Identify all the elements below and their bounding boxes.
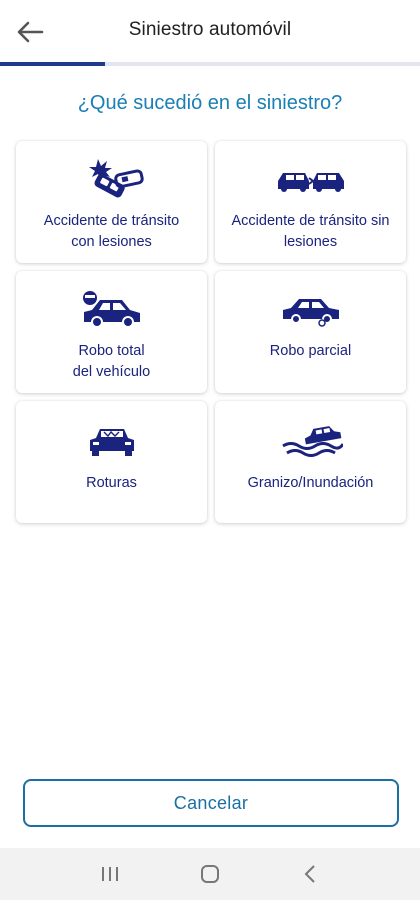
app-header: Siniestro automóvil	[0, 0, 420, 62]
recent-apps-icon	[102, 867, 118, 881]
option-hail-flood[interactable]: Granizo/Inundación	[215, 401, 406, 523]
option-label: Accidente de tránsito sin lesiones	[231, 213, 390, 250]
options-grid: Accidente de tránsito con lesiones Accid…	[16, 141, 406, 523]
option-label: Accidente de tránsito con lesiones	[43, 213, 180, 250]
option-accident-with-injuries[interactable]: Accidente de tránsito con lesiones	[16, 141, 207, 263]
car-flood-icon	[279, 419, 343, 465]
option-label: Granizo/Inundación	[247, 475, 374, 491]
car-theft-total-icon	[80, 287, 144, 333]
recent-apps-button[interactable]	[80, 854, 140, 894]
progress-fill	[0, 62, 105, 66]
car-theft-partial-icon	[279, 287, 343, 333]
cancel-button-label: Cancelar	[173, 792, 249, 813]
option-accident-without-injuries[interactable]: Accidente de tránsito sin lesiones	[215, 141, 406, 263]
option-total-theft[interactable]: Robo total del vehículo	[16, 271, 207, 393]
option-label: Roturas	[86, 475, 137, 491]
cancel-button[interactable]: Cancelar	[23, 779, 399, 827]
home-button[interactable]	[180, 854, 240, 894]
back-chevron-icon	[304, 865, 315, 883]
option-label: Robo parcial	[269, 343, 352, 359]
question-heading: ¿Qué sucedió en el siniestro?	[77, 92, 343, 114]
system-back-button[interactable]	[280, 854, 340, 894]
system-navbar	[0, 848, 420, 900]
option-breakage[interactable]: Roturas	[16, 401, 207, 523]
option-label: Robo total del vehículo	[72, 343, 151, 380]
page-title: Siniestro automóvil	[128, 19, 292, 40]
option-partial-theft[interactable]: Robo parcial	[215, 271, 406, 393]
car-broken-icon	[86, 419, 138, 465]
progress-bar	[0, 62, 420, 66]
car-crash-injury-icon	[80, 157, 144, 203]
car-collision-icon	[275, 157, 347, 203]
home-icon	[201, 865, 219, 883]
